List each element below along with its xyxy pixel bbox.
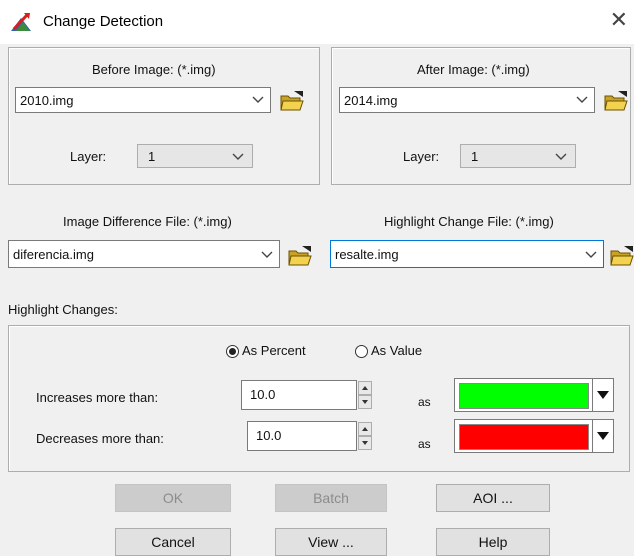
color-dropdown-icon[interactable]	[592, 379, 613, 411]
ok-button[interactable]: OK	[115, 484, 231, 512]
decrease-as-label: as	[418, 437, 431, 451]
before-layer-label: Layer:	[70, 149, 107, 164]
increase-label: Increases more than:	[36, 390, 159, 405]
help-button[interactable]: Help	[436, 528, 550, 556]
after-image-label: After Image: (*.img)	[417, 62, 530, 77]
spin-down-icon[interactable]	[358, 395, 372, 409]
difference-file-label: Image Difference File: (*.img)	[63, 214, 232, 229]
chevron-down-icon	[576, 96, 588, 103]
view-button[interactable]: View ...	[275, 528, 387, 556]
spin-down-icon[interactable]	[358, 436, 372, 450]
spin-up-icon[interactable]	[358, 422, 372, 436]
aoi-button[interactable]: AOI ...	[436, 484, 550, 512]
chevron-down-icon	[585, 251, 597, 258]
increase-value: 10.0	[250, 387, 276, 402]
decrease-label: Decreases more than:	[36, 431, 164, 446]
spin-up-icon[interactable]	[358, 381, 372, 395]
open-folder-icon[interactable]	[610, 245, 634, 267]
increase-value-input[interactable]: 10.0	[241, 380, 357, 410]
as-value-label[interactable]: As Value	[371, 343, 422, 358]
after-image-value: 2014.img	[344, 93, 398, 108]
close-icon[interactable]: ✕	[610, 9, 628, 31]
batch-button[interactable]: Batch	[275, 484, 387, 512]
title-bar: Change Detection ✕	[0, 0, 634, 44]
increase-as-label: as	[418, 395, 431, 409]
open-folder-icon[interactable]	[280, 90, 304, 112]
decrease-color-picker[interactable]	[454, 419, 614, 453]
chevron-down-icon	[232, 153, 244, 160]
decrease-value-input[interactable]: 10.0	[247, 421, 357, 451]
highlight-file-value: resalte.img	[335, 247, 399, 262]
decrease-color-swatch	[459, 424, 589, 450]
chevron-down-icon	[555, 153, 567, 160]
as-percent-label[interactable]: As Percent	[242, 343, 306, 358]
cancel-button[interactable]: Cancel	[115, 528, 231, 556]
change-detection-icon	[11, 13, 31, 31]
before-image-value: 2010.img	[20, 93, 74, 108]
before-layer-value: 1	[148, 149, 156, 164]
as-percent-radio[interactable]	[226, 345, 239, 358]
highlight-file-label: Highlight Change File: (*.img)	[384, 214, 554, 229]
difference-file-value: diferencia.img	[13, 247, 94, 262]
after-layer-label: Layer:	[403, 149, 440, 164]
difference-file-combo[interactable]: diferencia.img	[8, 240, 280, 268]
decrease-spinner[interactable]	[358, 422, 372, 450]
after-image-combo[interactable]: 2014.img	[339, 87, 595, 113]
window-title: Change Detection	[43, 13, 164, 30]
increase-spinner[interactable]	[358, 381, 372, 409]
before-image-combo[interactable]: 2010.img	[15, 87, 271, 113]
chevron-down-icon	[261, 251, 273, 258]
chevron-down-icon	[252, 96, 264, 103]
increase-color-picker[interactable]	[454, 378, 614, 412]
after-layer-value: 1	[471, 149, 479, 164]
increase-color-swatch	[459, 383, 589, 409]
before-image-label: Before Image: (*.img)	[92, 62, 216, 77]
color-dropdown-icon[interactable]	[592, 420, 613, 452]
before-layer-select[interactable]: 1	[137, 144, 253, 168]
highlight-changes-label: Highlight Changes:	[8, 302, 118, 317]
after-layer-select[interactable]: 1	[460, 144, 576, 168]
decrease-value: 10.0	[256, 428, 282, 443]
open-folder-icon[interactable]	[288, 245, 312, 267]
highlight-file-combo[interactable]: resalte.img	[330, 240, 604, 268]
open-folder-icon[interactable]	[604, 90, 628, 112]
as-value-radio[interactable]	[355, 345, 368, 358]
